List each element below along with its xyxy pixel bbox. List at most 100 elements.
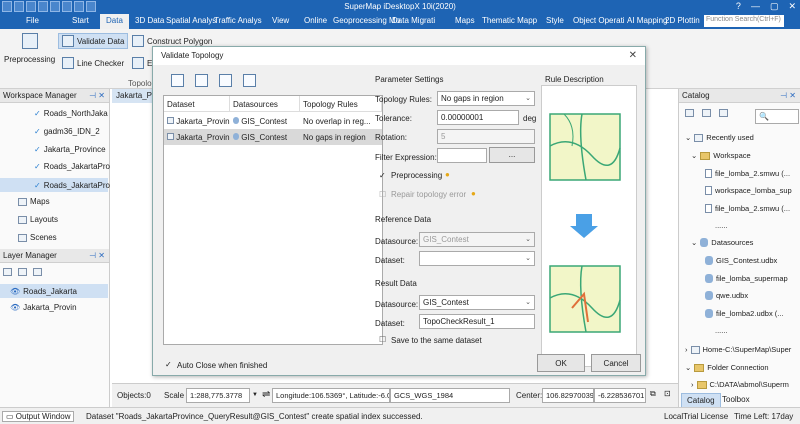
tab-toolbox[interactable]: Toolbox (717, 393, 755, 406)
center-x-input[interactable]: 106.82970039 (542, 388, 594, 403)
workspace-item[interactable]: ✓ Jakarta_Province (34, 145, 106, 154)
menu-maps[interactable]: Maps (455, 16, 475, 25)
pin-icon[interactable]: ⊣ ✕ (89, 91, 105, 100)
scenes-node[interactable]: Scenes (18, 233, 57, 242)
datasources-node[interactable]: ⌄ Datasources (691, 238, 753, 247)
more-items[interactable]: ...... (715, 221, 728, 230)
tolerance-input[interactable]: 0.00000001 (437, 110, 519, 125)
cancel-button[interactable]: Cancel (591, 354, 641, 372)
folder-connection-node[interactable]: ⌄ Folder Connection (685, 363, 769, 372)
menu-2d-plotting[interactable]: 2D Plottin (665, 16, 700, 25)
repair-error-checkbox[interactable]: ☐ (379, 190, 386, 199)
topology-rules-select[interactable]: No gaps in region ⌄ (437, 91, 535, 106)
line-checker-button[interactable]: Line Checker (62, 57, 124, 69)
collapse-icon[interactable]: ⌄ (685, 363, 691, 372)
catalog-datasource-item[interactable]: file_lomba_supermap (705, 274, 788, 283)
menu-data-migration[interactable]: Data Migrati (392, 16, 435, 25)
add-layer-icon[interactable] (18, 268, 27, 276)
invert-select-icon[interactable] (219, 74, 232, 87)
recently-used-node[interactable]: ⌄ Recently used (685, 133, 754, 142)
pin-icon[interactable]: ⊣ ✕ (780, 91, 796, 100)
ref-dataset-select[interactable]: ⌄ (419, 251, 535, 266)
res-dataset-input[interactable]: TopoCheckResult_1 (419, 314, 535, 329)
scale-dropdown-icon[interactable]: ▼ (252, 392, 258, 398)
swap-icon[interactable]: ⇌ (262, 389, 270, 400)
menu-view[interactable]: View (272, 16, 289, 25)
workspace-item[interactable]: ✓ Roads_JakartaPro (34, 162, 110, 171)
tab-catalog[interactable]: Catalog (681, 393, 721, 408)
validate-data-button[interactable]: Validate Data (58, 33, 129, 49)
workspace-node[interactable]: ⌄ Workspace (691, 151, 751, 160)
layer-item-selected[interactable]: 👁 Roads_Jakarta (0, 284, 108, 298)
ok-button[interactable]: OK (537, 354, 585, 372)
catalog-file-item[interactable]: workspace_lomba_sup (705, 186, 792, 195)
menu-traffic-analysis[interactable]: Traffic Analys (214, 16, 262, 25)
layer-item[interactable]: 👁 Jakarta_Provin (10, 303, 77, 312)
menu-file[interactable]: File (26, 16, 39, 25)
catalog-datasource-item[interactable]: GIS_Contest.udbx (705, 256, 777, 265)
workspace-item[interactable]: ✓ Roads_NorthJaka (34, 109, 108, 118)
table-row-dataset[interactable]: Jakarta_Provin... (164, 130, 230, 145)
maps-node[interactable]: Maps (18, 197, 50, 206)
column-header-dataset[interactable]: Dataset (164, 96, 230, 112)
save-same-checkbox[interactable]: ☐ (379, 335, 386, 344)
ref-datasource-select[interactable]: GIS_Contest ⌄ (419, 232, 535, 247)
new-layer-icon[interactable] (3, 268, 12, 276)
collapse-icon[interactable]: ⌄ (691, 151, 697, 160)
column-header-topology-rules[interactable]: Topology Rules (300, 96, 382, 112)
close-button[interactable]: ✕ (788, 1, 796, 12)
add-dataset-icon[interactable] (171, 74, 184, 87)
folder-path-item[interactable]: › C:\DATA\abmol\Superm (691, 380, 789, 389)
menu-online[interactable]: Online (304, 16, 327, 25)
locate-icon[interactable]: ⊡ (664, 389, 671, 398)
column-header-datasources[interactable]: Datasources (230, 96, 300, 112)
menu-start[interactable]: Start (72, 16, 89, 25)
menu-3d-data[interactable]: 3D Data (135, 16, 164, 25)
table-row-dataset[interactable]: Jakarta_Provin... (164, 114, 230, 129)
output-window-button[interactable]: ▭ Output Window (2, 411, 75, 422)
folder-icon[interactable] (685, 109, 694, 117)
catalog-datasource-item[interactable]: file_lomba2.udbx (... (705, 309, 784, 318)
expand-icon[interactable]: › (691, 380, 694, 389)
expand-icon[interactable]: › (685, 345, 688, 354)
preprocessing-checkbox[interactable]: ✓ (379, 171, 386, 180)
crs-field[interactable]: GCS_WGS_1984 (390, 388, 510, 403)
home-node[interactable]: › Home-C:\SuperMap\Super (685, 345, 791, 354)
catalog-file-item[interactable]: file_lomba_2.smwu (... (705, 169, 790, 178)
menu-spatial-analysis[interactable]: Spatial Analys (166, 16, 216, 25)
more-items[interactable]: ...... (715, 326, 728, 335)
preprocessing-icon[interactable] (22, 33, 38, 49)
filter-expression-button[interactable]: ... (489, 147, 535, 163)
layouts-node[interactable]: Layouts (18, 215, 58, 224)
delete-icon[interactable] (243, 74, 256, 87)
workspace-item-selected[interactable]: ✓ Roads_JakartaPro (0, 178, 110, 192)
info-icon[interactable]: ● (471, 189, 476, 198)
filter-expression-input[interactable] (437, 148, 487, 163)
res-datasource-select[interactable]: GIS_Contest ⌄ (419, 295, 535, 310)
table-row-rule[interactable]: No gaps in region (300, 130, 382, 145)
menu-style[interactable]: Style (546, 16, 564, 25)
menu-geoprocessing[interactable]: Geoprocessing Mo (333, 16, 400, 25)
help-icon[interactable]: ? (736, 1, 741, 12)
preprocessing-button[interactable]: Preprocessing (4, 55, 55, 64)
auto-close-checkbox[interactable]: ✓ (165, 360, 172, 369)
table-row-datasource[interactable]: GIS_Contest (230, 130, 300, 145)
menu-thematic-mapping[interactable]: Thematic Mapp (482, 16, 537, 25)
maximize-button[interactable]: ▢ (770, 1, 779, 12)
center-y-input[interactable]: -6.228536701 (594, 388, 646, 403)
dialog-close-button[interactable]: ✕ (629, 50, 637, 61)
layer-style-icon[interactable] (33, 268, 42, 276)
collapse-icon[interactable]: ⌄ (691, 238, 697, 247)
pin-icon[interactable]: ⊣ ✕ (89, 251, 105, 260)
select-all-icon[interactable] (195, 74, 208, 87)
info-icon[interactable]: ● (445, 170, 450, 179)
visible-icon[interactable]: 👁 (10, 303, 20, 312)
minimize-button[interactable]: — (751, 1, 760, 12)
menu-ai-mapping[interactable]: AI Mapping (627, 16, 667, 25)
refresh-icon[interactable] (719, 109, 728, 117)
collapse-icon[interactable]: ⌄ (685, 133, 691, 142)
rotation-input[interactable]: 5 (437, 129, 535, 144)
workspace-item[interactable]: ✓ gadm36_IDN_2 (34, 127, 100, 136)
table-row-rule[interactable]: No overlap in reg... (300, 114, 382, 129)
catalog-search-input[interactable]: 🔍 (755, 109, 799, 124)
